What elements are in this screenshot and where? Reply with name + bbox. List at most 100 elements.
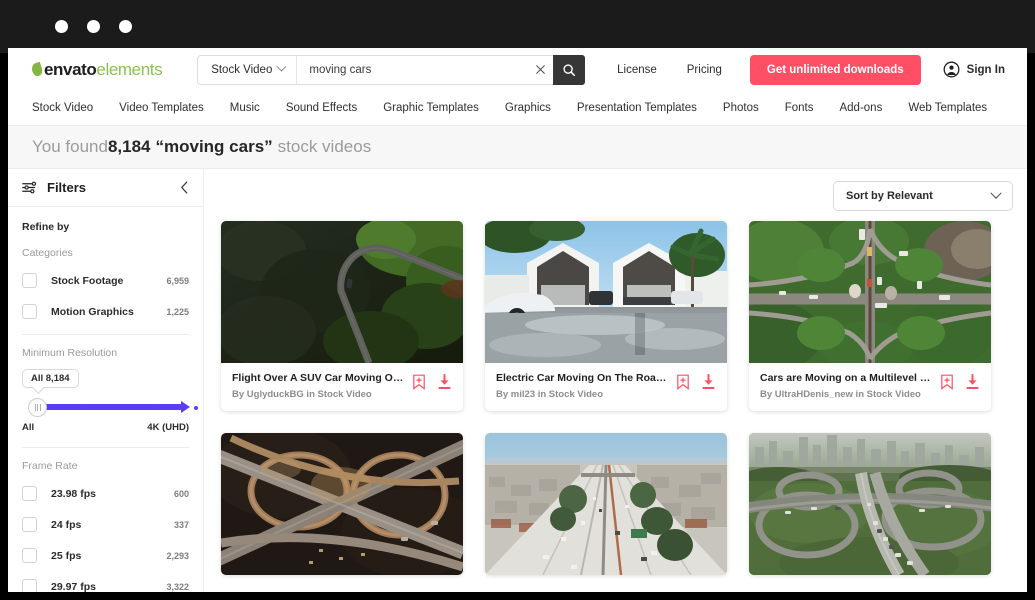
banner-suffix: stock videos	[277, 137, 372, 156]
result-card[interactable]	[485, 433, 727, 575]
chevron-down-icon	[276, 61, 287, 72]
result-thumbnail[interactable]	[749, 221, 991, 363]
result-thumbnail[interactable]	[485, 221, 727, 363]
result-meta: Electric Car Moving On The Road I... By …	[485, 363, 727, 411]
window-titlebar	[0, 0, 1035, 53]
cat-photos[interactable]: Photos	[710, 102, 772, 114]
download-icon[interactable]	[701, 374, 716, 390]
filter-fps-2398[interactable]: 23.98 fps 600	[22, 481, 189, 506]
result-card[interactable]	[221, 433, 463, 575]
page-content: envato elements Stock Video moving cars …	[8, 48, 1027, 592]
cat-web-templates[interactable]: Web Templates	[895, 102, 1000, 114]
result-thumbnail[interactable]	[221, 221, 463, 363]
cat-sound-effects[interactable]: Sound Effects	[273, 102, 370, 114]
nav-link-license[interactable]: License	[617, 64, 657, 76]
aerial-cloverleaf-green-image	[749, 221, 991, 363]
search-category-label: Stock Video	[211, 63, 273, 76]
download-icon[interactable]	[965, 374, 980, 390]
bookmark-add-icon[interactable]	[412, 374, 426, 390]
aerial-forest-road-image	[221, 221, 463, 363]
filter-stock-footage[interactable]: Stock Footage 6,959	[22, 268, 189, 293]
minimize-button[interactable]	[87, 20, 100, 33]
slider-tick	[80, 406, 84, 410]
cat-graphic-templates[interactable]: Graphic Templates	[370, 102, 492, 114]
clear-search-button[interactable]	[527, 56, 553, 84]
envato-elements-logo[interactable]: envato elements	[30, 60, 163, 80]
checkbox[interactable]	[22, 486, 37, 501]
checkbox[interactable]	[22, 273, 37, 288]
cat-presentation-templates[interactable]: Presentation Templates	[564, 102, 710, 114]
city-freeway-aerial-image	[485, 433, 727, 575]
banner-prefix: You found	[32, 137, 108, 156]
download-icon[interactable]	[437, 374, 452, 390]
filter-motion-graphics[interactable]: Motion Graphics 1,225	[22, 299, 189, 324]
sort-select[interactable]: Sort by Relevant	[833, 181, 1013, 211]
result-title[interactable]: Flight Over A SUV Car Moving On ...	[232, 372, 404, 384]
result-author[interactable]: By UltraHDenis_new in Stock Video	[760, 389, 932, 400]
filter-count: 337	[173, 519, 189, 530]
cat-graphics[interactable]: Graphics	[492, 102, 564, 114]
result-card[interactable]	[749, 433, 991, 575]
result-author[interactable]: By UglyduckBG in Stock Video	[232, 389, 404, 400]
filters-sidebar: Filters Refine by Categories Stock Foota…	[8, 169, 204, 592]
result-title[interactable]: Cars are Moving on a Multilevel R...	[760, 372, 932, 384]
checkbox[interactable]	[22, 579, 37, 592]
cat-video-templates[interactable]: Video Templates	[106, 102, 217, 114]
category-nav: Stock Video Video Templates Music Sound …	[8, 91, 1027, 126]
filter-fps-2997[interactable]: 29.97 fps 3,322	[22, 574, 189, 592]
cat-stock-video[interactable]: Stock Video	[32, 102, 106, 114]
search-category-select[interactable]: Stock Video	[198, 55, 298, 84]
filters-title: Filters	[47, 180, 87, 195]
filter-count: 6,959	[166, 275, 189, 286]
get-unlimited-downloads-button[interactable]: Get unlimited downloads	[749, 54, 921, 85]
close-icon	[535, 65, 545, 74]
sign-in-label: Sign In	[966, 63, 1005, 76]
result-card[interactable]: Cars are Moving on a Multilevel R... By …	[749, 221, 991, 411]
filter-label: Stock Footage	[51, 274, 124, 287]
filter-label: 23.98 fps	[51, 487, 96, 500]
cat-add-ons[interactable]: Add-ons	[826, 102, 895, 114]
result-card[interactable]: Flight Over A SUV Car Moving On ... By U…	[221, 221, 463, 411]
sign-in-button[interactable]: Sign In	[943, 61, 1005, 78]
filter-fps-24[interactable]: 24 fps 337	[22, 512, 189, 537]
search-input[interactable]	[297, 63, 528, 76]
slider-handle[interactable]	[28, 398, 47, 417]
slider-max-label: 4K (UHD)	[147, 422, 189, 433]
slider-track	[44, 401, 190, 413]
cat-more[interactable]: More	[1018, 102, 1027, 114]
bookmark-add-icon[interactable]	[676, 374, 690, 390]
slider-tick	[194, 406, 198, 410]
filter-fps-25[interactable]: 25 fps 2,293	[22, 543, 189, 568]
results-area: Sort by Relevant Flight Over A SUV Car M…	[204, 169, 1027, 592]
cat-fonts[interactable]: Fonts	[772, 102, 827, 114]
result-title[interactable]: Electric Car Moving On The Road I...	[496, 372, 668, 384]
account-icon	[943, 61, 960, 78]
banner-query: “moving cars”	[155, 137, 273, 156]
filter-label: 24 fps	[51, 518, 82, 531]
checkbox[interactable]	[22, 517, 37, 532]
close-button[interactable]	[55, 20, 68, 33]
result-card[interactable]: Electric Car Moving On The Road I... By …	[485, 221, 727, 411]
result-thumbnail[interactable]	[485, 433, 727, 575]
result-thumbnail[interactable]	[749, 433, 991, 575]
result-actions	[676, 372, 716, 390]
bookmark-add-icon[interactable]	[940, 374, 954, 390]
search-bar: Stock Video	[197, 54, 586, 85]
banner-count: 8,184	[107, 137, 151, 156]
resolution-slider[interactable]	[22, 396, 198, 418]
filter-count: 600	[173, 488, 189, 499]
collapse-filters-button[interactable]	[180, 181, 189, 194]
checkbox[interactable]	[22, 548, 37, 563]
result-thumbnail[interactable]	[221, 433, 463, 575]
cat-music[interactable]: Music	[217, 102, 273, 114]
filter-count: 1,225	[166, 306, 189, 317]
search-submit-button[interactable]	[553, 54, 586, 85]
categories-group-label: Categories	[22, 247, 73, 259]
slider-tick	[118, 406, 122, 410]
checkbox[interactable]	[22, 304, 37, 319]
maximize-button[interactable]	[119, 20, 132, 33]
filter-count: 3,322	[166, 581, 189, 592]
cloverleaf-city-skyline-image	[749, 433, 991, 575]
result-author[interactable]: By mil23 in Stock Video	[496, 389, 668, 400]
nav-link-pricing[interactable]: Pricing	[687, 64, 722, 76]
